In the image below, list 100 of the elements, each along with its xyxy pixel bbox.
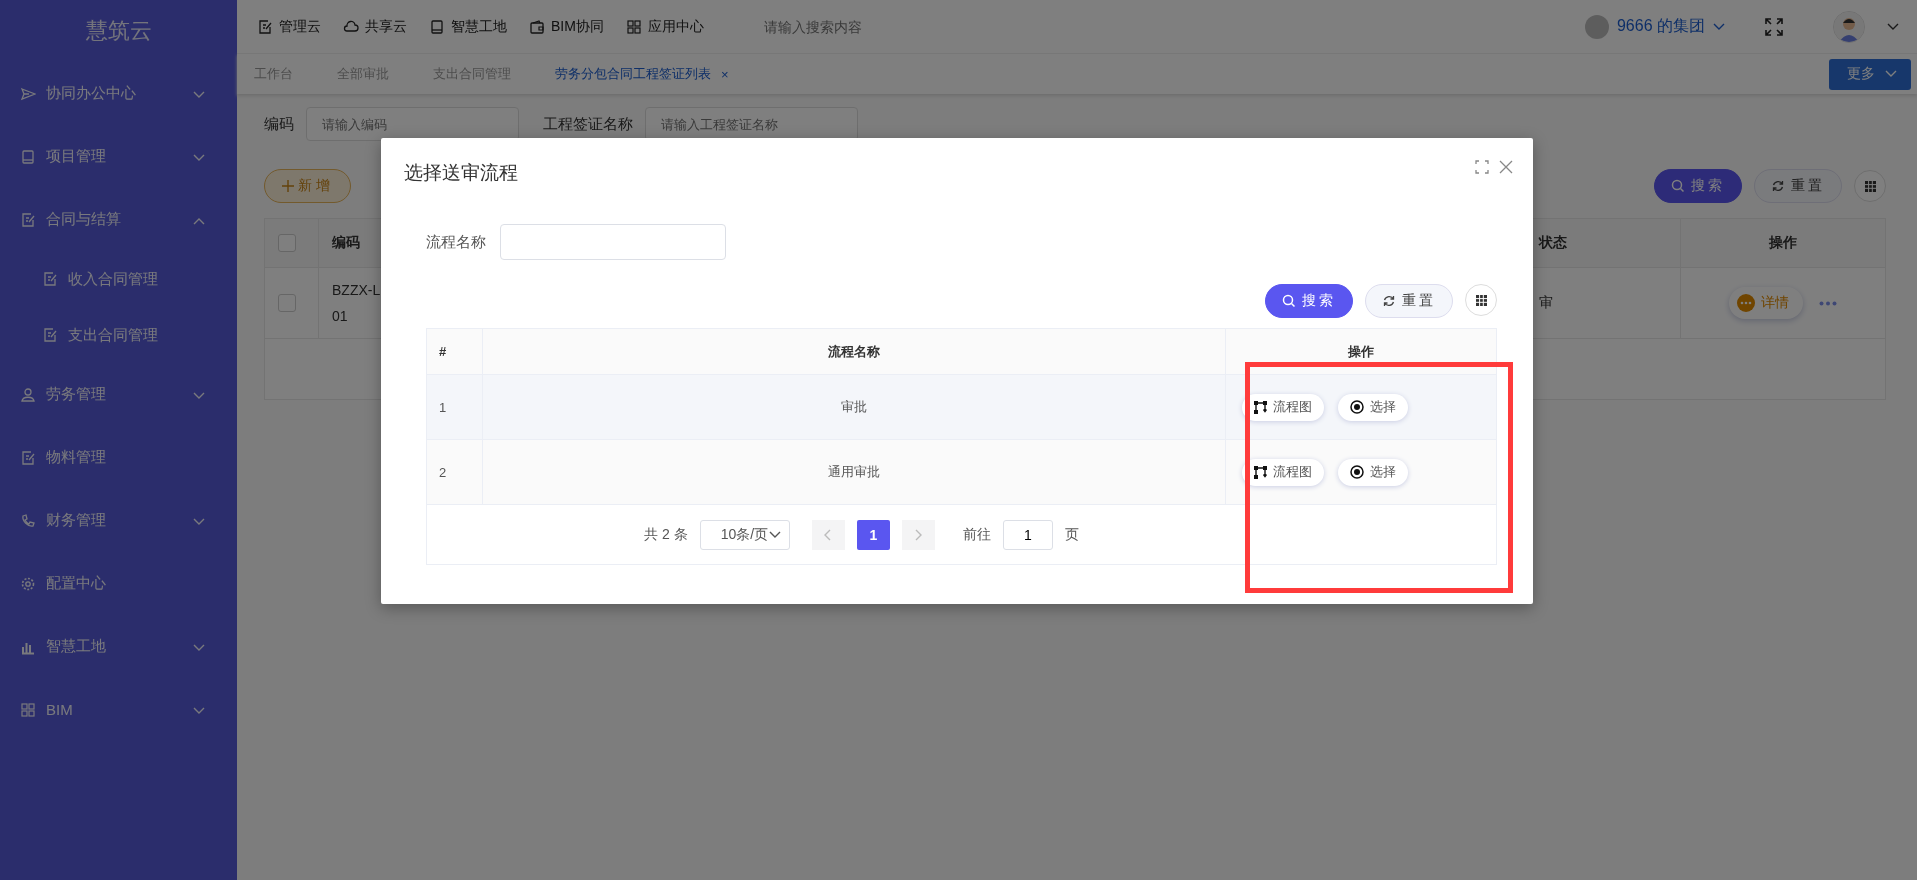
sidebar-item[interactable]: 智慧工地 <box>0 615 237 678</box>
book-icon <box>429 18 445 35</box>
column-header: 流程名称 <box>828 342 880 361</box>
table-cell: 通用审批 <box>828 463 880 481</box>
sidebar-item[interactable]: 财务管理 <box>0 489 237 552</box>
column-header: 状态 <box>1539 234 1567 252</box>
document-edit-icon <box>42 271 58 287</box>
select-button[interactable]: 选择 <box>1338 458 1408 486</box>
dialog-title: 选择送审流程 <box>404 161 518 185</box>
process-name-field[interactable] <box>500 224 726 260</box>
grid-icon <box>625 18 642 35</box>
page-unit-label: 页 <box>1064 525 1079 544</box>
top-nav-item[interactable]: 共享云 <box>343 17 407 36</box>
checkbox[interactable] <box>278 234 296 252</box>
chevron-icon <box>193 91 205 99</box>
chevron-icon <box>1885 70 1897 78</box>
global-search-field[interactable]: 请输入搜索内容 <box>761 17 966 36</box>
top-nav-item[interactable]: BIM协同 <box>529 17 604 36</box>
avatar-icon[interactable] <box>1833 10 1865 43</box>
table-cell: 2 <box>439 464 447 480</box>
sidebar-item[interactable]: 协同办公中心 <box>0 62 237 125</box>
reset-button[interactable]: 重置 <box>1754 169 1842 203</box>
paper-plane-icon <box>20 85 36 102</box>
close-icon[interactable] <box>1499 160 1513 174</box>
search-icon <box>1282 294 1296 308</box>
sidebar-item[interactable]: 劳务管理 <box>0 363 237 426</box>
checkbox[interactable] <box>278 294 296 312</box>
select-button[interactable]: 选择 <box>1338 393 1408 421</box>
next-page-button[interactable] <box>901 519 935 550</box>
radio-icon <box>1350 465 1364 479</box>
app-logo: 慧筑云 <box>84 17 153 45</box>
details-button[interactable]: 详情 <box>1729 287 1803 319</box>
refresh-icon <box>1382 294 1396 308</box>
wallet-icon <box>529 18 545 35</box>
organization-switcher[interactable]: 9666 的集团 <box>1584 14 1725 39</box>
more-circle-icon <box>1737 294 1755 312</box>
sidebar-item[interactable]: 合同与结算 <box>0 188 237 251</box>
top-nav-item[interactable]: 智慧工地 <box>429 17 507 36</box>
filter-field[interactable]: 请输入编码 <box>306 107 519 141</box>
filter-label: 编码 <box>264 114 294 134</box>
maximize-icon[interactable] <box>1475 160 1489 174</box>
search-icon <box>1671 179 1685 193</box>
column-header: 操作 <box>1348 342 1374 361</box>
chevron-icon <box>193 707 205 715</box>
chevron-right-icon <box>914 528 923 541</box>
fullscreen-icon[interactable] <box>1765 17 1783 36</box>
chevron-icon <box>193 392 205 400</box>
columns-icon <box>1474 293 1488 307</box>
page-button[interactable]: 1 <box>856 519 890 550</box>
chevron-icon <box>193 217 205 225</box>
chevron-icon <box>768 530 781 539</box>
sidebar-subitem[interactable]: 支出合同管理 <box>0 307 237 363</box>
person-icon <box>20 386 36 403</box>
radio-icon <box>1350 400 1364 414</box>
search-button[interactable]: 搜索 <box>1654 169 1742 203</box>
plus-icon <box>281 180 294 192</box>
add-button[interactable]: 新增 <box>264 169 351 203</box>
sidebar-item[interactable]: 物料管理 <box>0 426 237 489</box>
total-count: 共 2 条 <box>644 525 688 544</box>
column-header: 操作 <box>1769 234 1797 252</box>
columns-icon <box>1863 179 1877 193</box>
table-cell: 审 <box>1539 294 1553 312</box>
goto-page-field[interactable]: 1 <box>1002 519 1053 550</box>
reset-button[interactable]: 重置 <box>1365 284 1453 318</box>
columns-button[interactable] <box>1465 284 1497 316</box>
grid-icon <box>20 701 36 718</box>
column-header: # <box>439 344 447 359</box>
cloud-icon <box>343 18 359 35</box>
top-nav-item[interactable]: 应用中心 <box>625 17 704 36</box>
table-cell: 1 <box>439 399 447 415</box>
gear-icon <box>20 575 36 592</box>
chevron-icon <box>193 644 205 652</box>
search-button[interactable]: 搜索 <box>1265 284 1353 318</box>
filter-field[interactable]: 请输入工程签证名称 <box>645 107 858 141</box>
phone-icon <box>20 512 36 529</box>
chevron-icon <box>1713 22 1725 31</box>
flowchart-button[interactable]: 流程图 <box>1242 393 1324 421</box>
book-icon <box>20 148 36 165</box>
table-cell: BZZX-L 01 <box>332 282 381 324</box>
document-edit-icon <box>20 211 36 228</box>
sidebar-item[interactable]: 配置中心 <box>0 552 237 615</box>
sidebar-item[interactable]: 项目管理 <box>0 125 237 188</box>
page-tab[interactable]: 劳务分包合同工程签证列表 × <box>555 65 729 83</box>
close-tab-icon[interactable]: × <box>721 66 729 82</box>
document-edit-icon <box>42 327 58 343</box>
refresh-icon <box>1771 179 1785 193</box>
dropdown-icon <box>1887 22 1899 31</box>
chevron-left-icon <box>824 528 833 541</box>
previous-page-button[interactable] <box>811 519 845 550</box>
flowchart-icon <box>1254 465 1267 479</box>
more-button[interactable]: 更多 <box>1829 58 1911 90</box>
flowchart-button[interactable]: 流程图 <box>1242 458 1324 486</box>
top-nav-item[interactable]: 管理云 <box>257 17 321 36</box>
column-header: 编码 <box>332 234 360 252</box>
document-edit-icon <box>20 449 36 466</box>
sidebar-subitem[interactable]: 收入合同管理 <box>0 251 237 307</box>
more-icon[interactable] <box>1819 300 1837 306</box>
page-size-select[interactable]: 10条/页 <box>699 519 790 550</box>
sidebar-item[interactable]: BIM <box>0 678 237 741</box>
goto-label: 前往 <box>962 525 991 544</box>
